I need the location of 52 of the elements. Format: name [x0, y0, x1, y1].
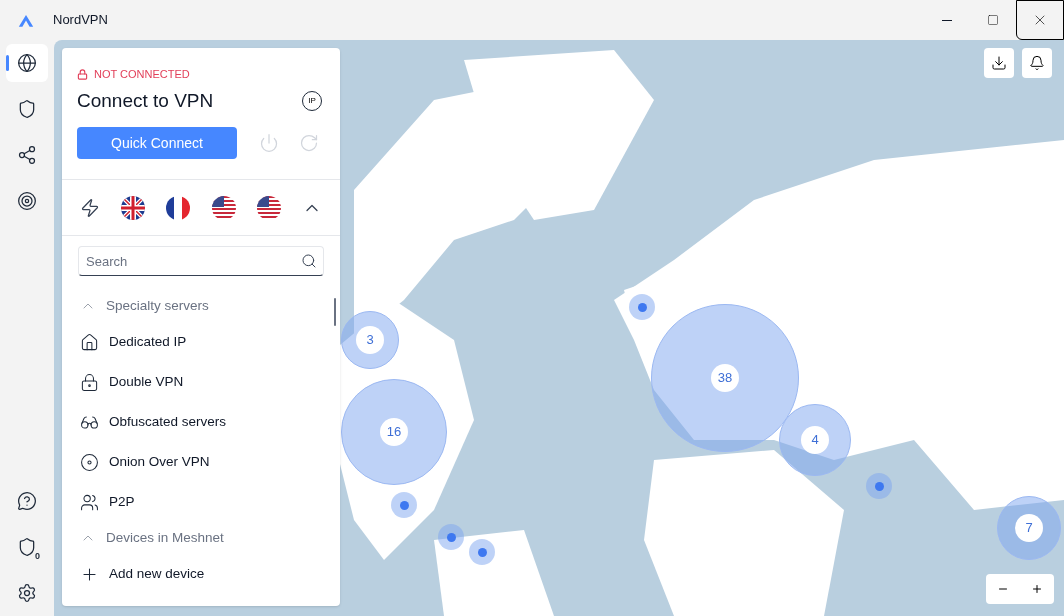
server-category-item[interactable]: Dedicated IP: [80, 322, 322, 362]
server-cluster[interactable]: 7: [997, 496, 1061, 560]
maximize-icon: [987, 14, 999, 26]
server-location-marker[interactable]: [391, 492, 417, 518]
server-location-marker[interactable]: [438, 524, 464, 550]
target-icon: [17, 191, 37, 211]
server-cluster[interactable]: 16: [341, 379, 447, 485]
lock-icon: [80, 372, 99, 392]
connection-status: NOT CONNECTED: [94, 67, 190, 82]
lock-icon: [77, 68, 88, 80]
house-icon: [80, 332, 99, 352]
server-location-marker[interactable]: [866, 473, 892, 499]
minimize-icon: [942, 19, 952, 21]
country-flag-icon[interactable]: [121, 195, 146, 220]
server-category-item[interactable]: Onion Over VPN: [80, 442, 322, 482]
section-header[interactable]: Specialty servers: [80, 290, 322, 322]
badge-count: 0: [35, 549, 40, 563]
settings-icon: [17, 583, 37, 603]
lightning-icon[interactable]: [80, 197, 100, 218]
panel-title: Connect to VPN: [77, 88, 214, 113]
search-field[interactable]: Search: [78, 246, 324, 276]
server-location-marker[interactable]: [629, 294, 655, 320]
section-header[interactable]: Devices in Meshnet: [80, 522, 322, 554]
server-cluster[interactable]: 38: [651, 304, 799, 452]
server-location-marker[interactable]: [469, 539, 495, 565]
search-icon: [301, 253, 317, 269]
notifications-button[interactable]: [1022, 48, 1052, 78]
scrollbar-thumb[interactable]: [334, 298, 336, 326]
nav-rail-button[interactable]: 0: [6, 528, 48, 566]
nodes-icon: [17, 145, 37, 165]
plus-icon: [1031, 583, 1043, 595]
server-category-item[interactable]: Obfuscated servers: [80, 402, 322, 442]
people-icon: [80, 492, 99, 512]
help-icon: [17, 491, 37, 511]
server-category-item[interactable]: Add new device: [80, 554, 322, 594]
download-icon: [991, 55, 1007, 71]
server-cluster[interactable]: 4: [779, 404, 851, 476]
shield-icon: [17, 99, 37, 119]
country-flag-icon[interactable]: [256, 195, 281, 220]
country-flag-icon[interactable]: [211, 195, 236, 220]
disc-icon: [80, 452, 99, 472]
bell-icon: [1029, 55, 1045, 71]
download-button[interactable]: [984, 48, 1014, 78]
globe-icon: [17, 53, 37, 73]
server-category-item[interactable]: Double VPN: [80, 362, 322, 402]
shield-icon: [17, 537, 37, 557]
close-button[interactable]: [1016, 0, 1064, 40]
country-flag-icon[interactable]: [166, 195, 191, 220]
server-cluster[interactable]: 3: [341, 311, 399, 369]
server-category-item[interactable]: P2P: [80, 482, 322, 522]
nav-rail-button[interactable]: [6, 44, 48, 82]
window-title: NordVPN: [53, 11, 108, 30]
